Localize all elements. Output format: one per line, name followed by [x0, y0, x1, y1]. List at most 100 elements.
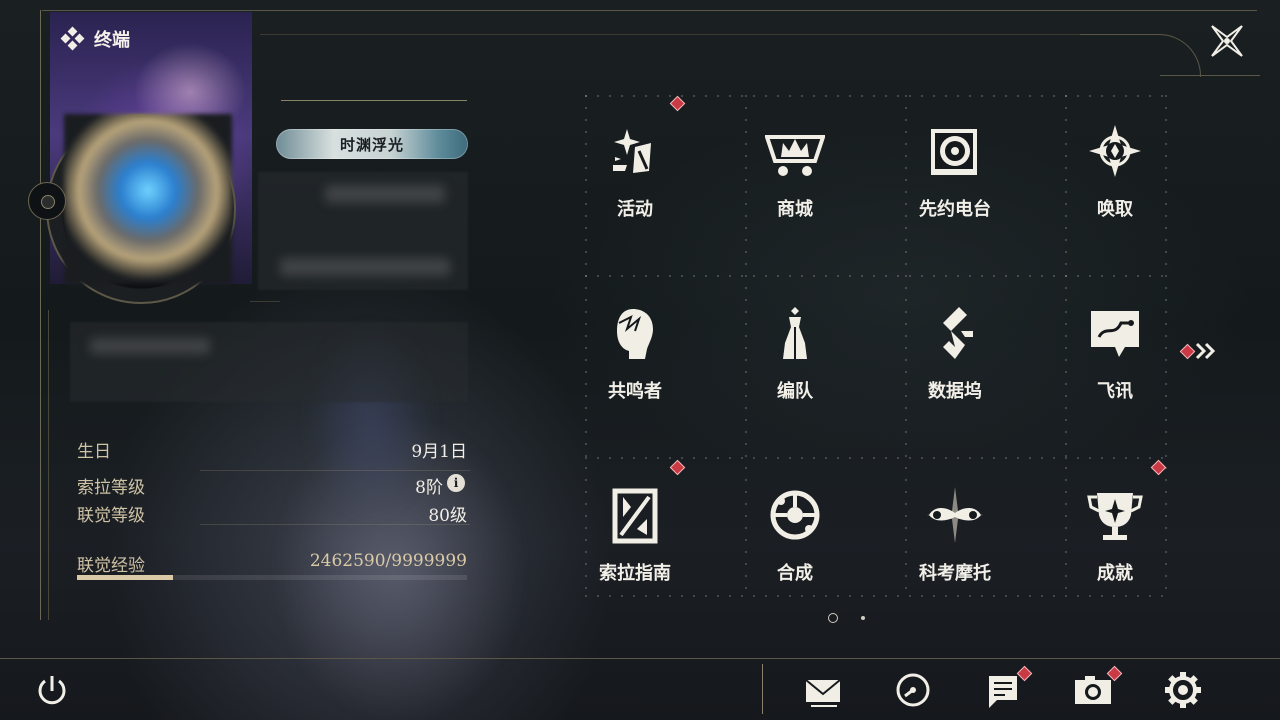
- menu-label: 索拉指南: [599, 563, 671, 584]
- grid-guide-dot: [837, 275, 839, 277]
- menu-label: 商城: [777, 199, 813, 220]
- grid-guide-dot: [745, 95, 747, 97]
- grid-guide-dot: [729, 457, 731, 459]
- grid-guide-dot: [1053, 275, 1055, 277]
- grid-guide-dot: [1041, 275, 1043, 277]
- grid-guide-dot: [981, 95, 983, 97]
- grid-guide-dot: [657, 457, 659, 459]
- grid-guide-dot: [1005, 275, 1007, 277]
- bottom-bar-divider: [0, 658, 1280, 659]
- frame-left-inner-line: [48, 310, 49, 620]
- gacha-compass-icon: [1089, 125, 1141, 177]
- exp-progress-fill: [77, 575, 173, 580]
- grid-guide-dot: [741, 95, 743, 97]
- menu-item-events[interactable]: 活动: [555, 103, 715, 253]
- grid-guide-dot: [1041, 457, 1043, 459]
- close-button[interactable]: [1208, 22, 1246, 60]
- grid-guide-dot: [681, 275, 683, 277]
- grid-guide-dot: [1065, 275, 1067, 277]
- grid-guide-dot: [621, 275, 623, 277]
- grid-guide-dot: [885, 457, 887, 459]
- radio-vinyl-icon: [931, 129, 977, 175]
- mail-button[interactable]: [803, 670, 843, 710]
- page-title: 终端: [94, 30, 130, 51]
- grid-guide-dot: [1101, 275, 1103, 277]
- menu-item-radio[interactable]: 先约电台: [875, 103, 1035, 253]
- birthday-value: 9月1日: [411, 442, 467, 462]
- grid-guide-dot: [945, 95, 947, 97]
- grid-guide-dot: [813, 275, 815, 277]
- avatar-switch-button[interactable]: [28, 182, 66, 220]
- exp-progress-bar: [77, 575, 467, 580]
- synthesis-orb-icon: [770, 490, 820, 540]
- grid-guide-dot: [921, 457, 923, 459]
- next-page-button[interactable]: [1179, 340, 1220, 362]
- menu-item-messages[interactable]: 飞讯: [1035, 285, 1195, 435]
- settings-button[interactable]: [1163, 670, 1203, 710]
- grid-guide-dot: [981, 457, 983, 459]
- grid-guide-dot: [909, 275, 911, 277]
- title-badge[interactable]: 时渊浮光: [276, 129, 468, 159]
- menu-label: 活动: [617, 199, 653, 220]
- grid-guide-dot: [1101, 95, 1103, 97]
- info-icon[interactable]: i: [447, 474, 465, 492]
- menu-item-data-dock[interactable]: 数据坞: [875, 285, 1035, 435]
- grid-guide-dot: [1165, 275, 1167, 277]
- close-icon: [1211, 25, 1243, 57]
- player-id-redacted: [280, 258, 450, 276]
- sola-level-label: 索拉等级: [77, 478, 145, 498]
- grid-guide-dot: [585, 95, 587, 97]
- grid-guide-dot: [1149, 95, 1151, 97]
- grid-guide-dot: [681, 457, 683, 459]
- grid-guide-dot: [789, 457, 791, 459]
- bottom-bar-separator: [762, 664, 763, 714]
- grid-guide-dot: [753, 95, 755, 97]
- grid-guide-dot: [585, 95, 587, 97]
- grid-guide-dot: [645, 275, 647, 277]
- double-chevron-right-icon: [1195, 342, 1216, 360]
- grid-guide-dot: [657, 275, 659, 277]
- avatar[interactable]: [64, 114, 232, 284]
- page-indicator-active[interactable]: [828, 613, 838, 623]
- signature-panel[interactable]: [70, 322, 468, 402]
- power-button[interactable]: [32, 670, 72, 710]
- grid-guide-dot: [741, 275, 743, 277]
- grid-guide-dot: [873, 95, 875, 97]
- menu-item-team[interactable]: 编队: [715, 285, 875, 435]
- grid-guide-dot: [861, 275, 863, 277]
- grid-guide-dot: [897, 457, 899, 459]
- grid-guide-dot: [741, 457, 743, 459]
- clock-button[interactable]: [893, 670, 933, 710]
- page-indicator[interactable]: [861, 616, 865, 620]
- grid-guide-dot: [789, 275, 791, 277]
- grid-guide-dot: [825, 275, 827, 277]
- menu-item-shop[interactable]: 商城: [715, 103, 875, 253]
- menu-item-gacha[interactable]: 唤取: [1035, 103, 1195, 253]
- menu-item-sola-guide[interactable]: 索拉指南: [555, 467, 715, 617]
- frame-corner-arc: [1080, 34, 1201, 77]
- grid-guide-dot: [1065, 443, 1067, 445]
- shop-crown-cart-icon: [765, 135, 825, 176]
- grid-guide-dot: [1065, 455, 1067, 457]
- team-chess-icon: [783, 307, 807, 359]
- row-divider: [200, 524, 470, 525]
- grid-guide-dot: [1017, 95, 1019, 97]
- notice-button[interactable]: [983, 665, 1033, 710]
- sola-level-value: 8阶: [415, 478, 443, 498]
- grid-guide-dot: [1149, 275, 1151, 277]
- grid-guide-dot: [705, 457, 707, 459]
- camera-button[interactable]: [1073, 665, 1123, 710]
- grid-guide-dot: [957, 457, 959, 459]
- grid-guide-dot: [745, 275, 747, 277]
- grid-guide-dot: [969, 275, 971, 277]
- menu-item-motorbike[interactable]: 科考摩托: [875, 467, 1035, 617]
- menu-item-achievements[interactable]: 成就: [1035, 467, 1195, 617]
- grid-guide-dot: [1113, 275, 1115, 277]
- motorbike-star-icon: [927, 487, 983, 543]
- union-exp-label: 联觉经验: [77, 556, 145, 576]
- menu-item-resonators[interactable]: 共鸣者: [555, 285, 715, 435]
- grid-guide-dot: [1065, 275, 1067, 277]
- menu-item-synthesis[interactable]: 合成: [715, 467, 875, 617]
- grid-guide-dot: [993, 457, 995, 459]
- frame-right-line: [1160, 75, 1260, 76]
